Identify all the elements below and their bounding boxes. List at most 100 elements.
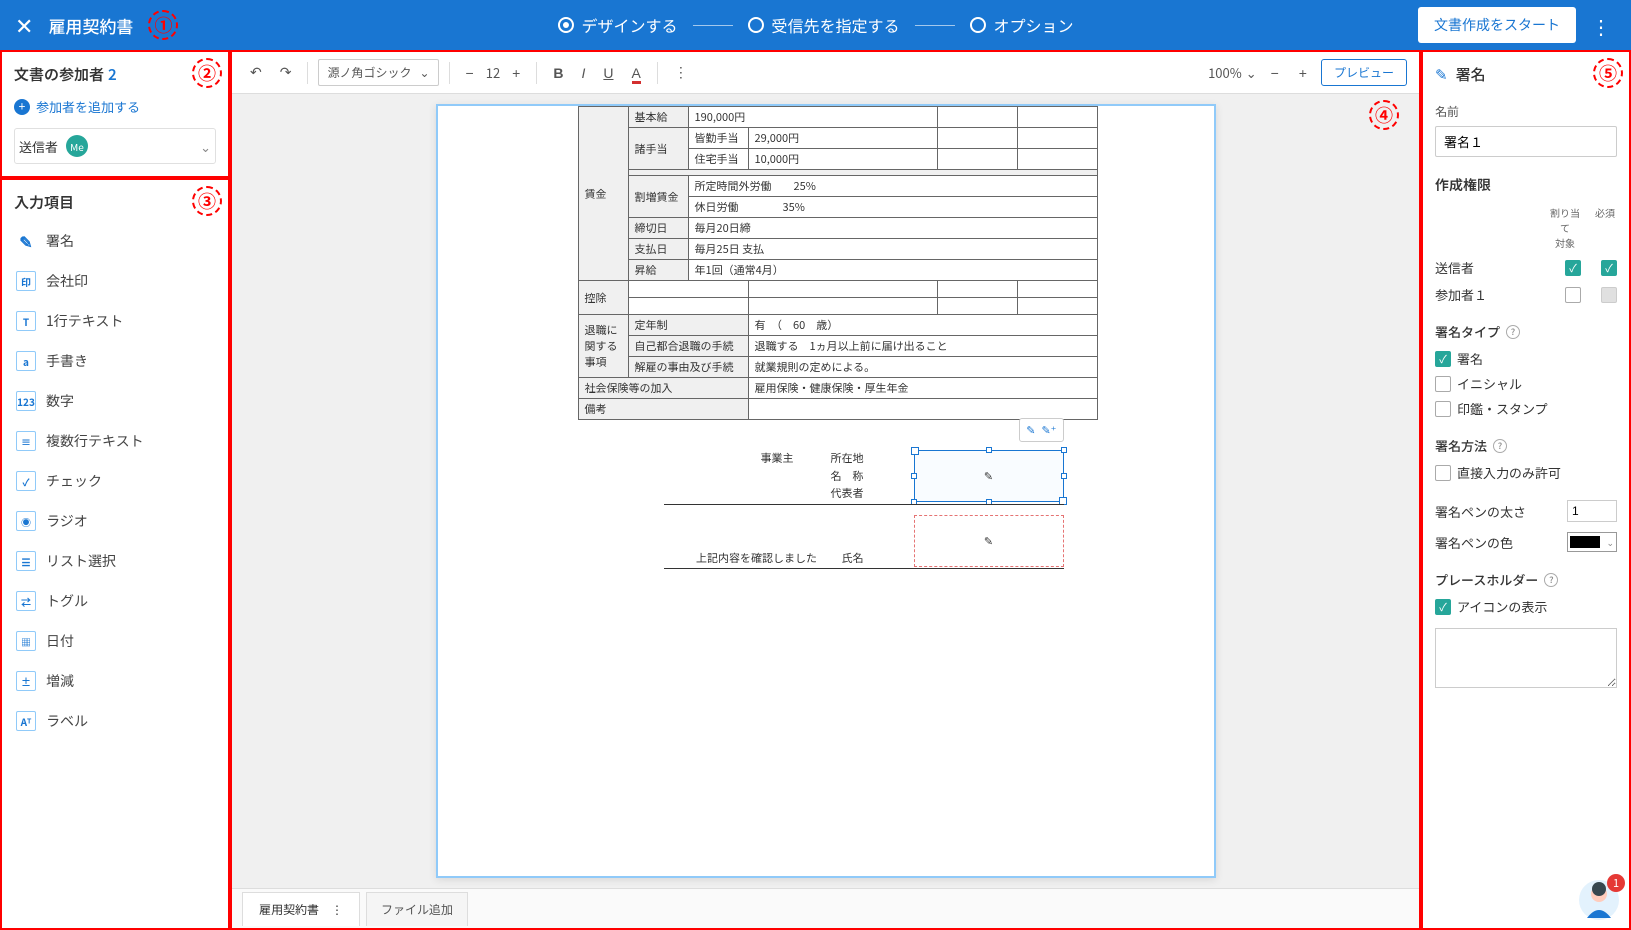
field-item[interactable]: ±増減 <box>2 661 228 701</box>
field-item[interactable]: Aᵀラベル <box>2 701 228 741</box>
help-icon[interactable]: ? <box>1544 573 1558 587</box>
perm-heading: 作成権限 <box>1435 175 1617 195</box>
field-label: 数字 <box>46 391 74 411</box>
field-type-icon: a <box>16 351 36 371</box>
document-page[interactable]: 賃金 基本給 190,000円 諸手当 皆勤手当 29,000円 住宅手当 10… <box>436 104 1216 878</box>
underline-button[interactable]: U <box>597 61 619 85</box>
annotation-5: ⑤ <box>1593 58 1623 88</box>
placeholder-textarea[interactable] <box>1435 628 1617 688</box>
fields-panel: ③ 入力項目 ✎署名印会社印T1行テキストa手書き123数字≡複数行テキスト✓チ… <box>0 178 230 930</box>
insurance-value: 雇用保険・健康保険・厚生年金 <box>748 378 1097 399</box>
font-select[interactable]: 源ノ角ゴシック ⌄ <box>318 59 438 86</box>
perm-row: 送信者 ✓ ✓ <box>1435 258 1617 277</box>
field-item[interactable]: T1行テキスト <box>2 301 228 341</box>
self-quit-label: 自己都合退職の手続 <box>628 336 748 357</box>
text-color-button[interactable]: A <box>626 61 647 85</box>
signature-field-2[interactable]: ✎ <box>914 515 1064 567</box>
help-icon[interactable]: ? <box>1493 439 1507 453</box>
field-item[interactable]: a手書き <box>2 341 228 381</box>
retire-age-value: 有 （ 60 歳） <box>748 315 1097 336</box>
close-icon[interactable]: ✕ <box>15 9 33 41</box>
raise-value: 年1回（通常4月） <box>688 260 1097 281</box>
kebab-icon[interactable]: ⋮ <box>331 901 343 918</box>
placeholder-heading: プレースホルダー <box>1435 570 1538 589</box>
add-participant-label: 参加者を追加する <box>36 97 140 116</box>
zoom-select[interactable]: 100% ⌄ <box>1208 63 1257 82</box>
add-file-tab[interactable]: ファイル追加 <box>366 892 468 926</box>
name-label: 名 称 <box>831 468 864 486</box>
person-name-label: 氏名 <box>842 550 864 566</box>
radio-filled-icon <box>557 17 573 33</box>
annotation-2: ② <box>192 58 222 88</box>
start-button[interactable]: 文書作成をスタート <box>1418 7 1576 43</box>
employer-label: 事業主 <box>761 450 794 466</box>
assign-checkbox[interactable]: ✓ <box>1565 260 1581 276</box>
allowance1-value: 29,000円 <box>748 128 937 149</box>
direct-only-checkbox[interactable] <box>1435 465 1451 481</box>
sign-assign-icon[interactable]: ✎⁺ <box>1041 422 1056 438</box>
add-participant-button[interactable]: + 参加者を追加する <box>14 97 216 116</box>
redo-button[interactable]: ↷ <box>274 60 298 85</box>
signature-field-1[interactable]: ✎ <box>914 450 1064 502</box>
name-input[interactable] <box>1435 126 1617 157</box>
field-item[interactable]: 印会社印 <box>2 261 228 301</box>
undo-button[interactable]: ↶ <box>244 60 268 85</box>
field-item[interactable]: ≡複数行テキスト <box>2 421 228 461</box>
file-tab-active[interactable]: 雇用契約書 ⋮ <box>242 892 360 926</box>
perm-label: 送信者 <box>1435 258 1474 277</box>
retire-age-label: 定年制 <box>628 315 748 336</box>
field-item[interactable]: ⇄ トグル <box>2 581 228 621</box>
header-bar: ✕ 雇用契約書 ① デザインする 受信先を指定する オプション 文書作成をスター… <box>0 0 1631 50</box>
field-type-icon: ≡ <box>16 431 36 451</box>
right-title: 署名 <box>1456 64 1486 85</box>
type-checkbox[interactable] <box>1435 376 1451 392</box>
type-label: イニシャル <box>1457 374 1522 393</box>
zoom-out-button[interactable]: − <box>1265 61 1285 85</box>
step-design[interactable]: デザインする <box>557 13 677 37</box>
font-decrease-button[interactable]: − <box>460 61 480 85</box>
canvas-scroll[interactable]: 賃金 基本給 190,000円 諸手当 皆勤手当 29,000円 住宅手当 10… <box>232 94 1419 888</box>
step-options[interactable]: オプション <box>970 13 1074 37</box>
field-type-icon: ☰ <box>16 551 36 571</box>
field-item[interactable]: ▦日付 <box>2 621 228 661</box>
pen-width-input[interactable] <box>1567 500 1617 522</box>
show-icon-checkbox[interactable]: ✓ <box>1435 599 1451 615</box>
allowance-header: 諸手当 <box>628 128 688 170</box>
field-tools[interactable]: ✎ ✎⁺ <box>1019 418 1063 442</box>
step-label: デザインする <box>581 13 677 37</box>
field-item[interactable]: 123数字 <box>2 381 228 421</box>
field-label: 署名 <box>46 231 74 251</box>
field-type-icon: ⇄ <box>16 591 36 611</box>
assign-checkbox[interactable] <box>1565 287 1581 303</box>
italic-button[interactable]: I <box>575 61 591 85</box>
annotation-3: ③ <box>192 186 222 216</box>
font-size-value: 12 <box>486 63 500 82</box>
required-checkbox[interactable]: ✓ <box>1601 260 1617 276</box>
signature-icon: ✎ <box>984 533 993 549</box>
support-avatar[interactable]: 1 <box>1577 878 1621 922</box>
raise-label: 昇給 <box>628 260 688 281</box>
pen-color-picker[interactable]: ⌄ <box>1567 532 1617 552</box>
perm-label: 参加者１ <box>1435 285 1487 304</box>
preview-button[interactable]: プレビュー <box>1321 59 1407 86</box>
type-checkbox[interactable] <box>1435 401 1451 417</box>
field-item[interactable]: ☰リスト選択 <box>2 541 228 581</box>
field-item[interactable]: ◉ラジオ <box>2 501 228 541</box>
zoom-in-button[interactable]: + <box>1293 61 1313 85</box>
wizard-steps: デザインする 受信先を指定する オプション <box>557 13 1073 37</box>
more-button[interactable]: ⋮ <box>668 60 694 85</box>
type-checkbox[interactable]: ✓ <box>1435 351 1451 367</box>
sign-tool-icon[interactable]: ✎ <box>1026 422 1035 438</box>
participants-heading: 文書の参加者 2 <box>14 64 216 85</box>
me-badge: Me <box>66 135 88 157</box>
participant-sender-row[interactable]: 送信者 Me ⌄ <box>14 128 216 164</box>
bold-button[interactable]: B <box>547 61 569 85</box>
step-recipients[interactable]: 受信先を指定する <box>747 13 899 37</box>
addr-label: 所在地 <box>831 450 864 468</box>
help-icon[interactable]: ? <box>1506 325 1520 339</box>
field-item[interactable]: ✎署名 <box>2 221 228 261</box>
field-label: トグル <box>46 591 88 611</box>
kebab-icon[interactable]: ⋮ <box>1586 11 1616 40</box>
field-item[interactable]: ✓チェック <box>2 461 228 501</box>
font-increase-button[interactable]: + <box>506 61 526 85</box>
